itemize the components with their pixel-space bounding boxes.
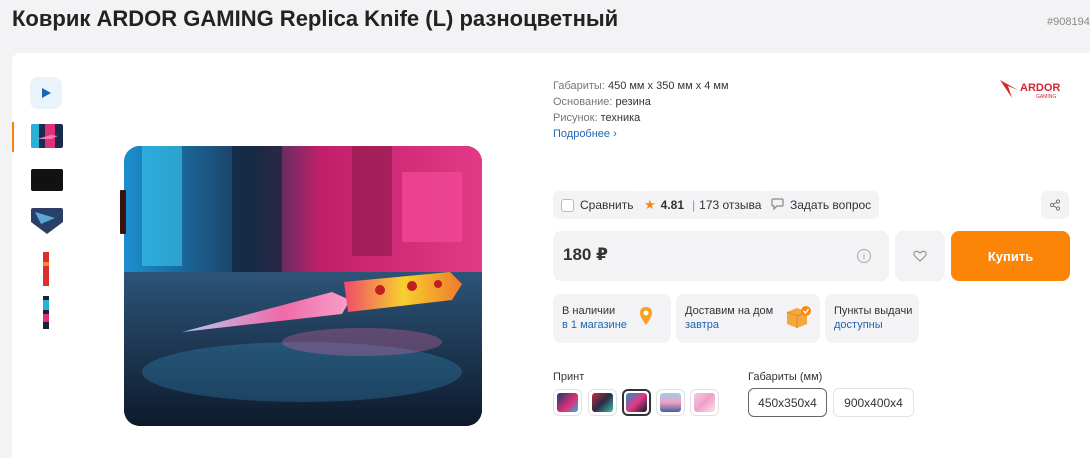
brand-logo[interactable]: ARDOR GAMING bbox=[998, 76, 1070, 102]
svg-text:GAMING: GAMING bbox=[1036, 94, 1056, 100]
print-label: Принт bbox=[553, 371, 585, 383]
video-button[interactable] bbox=[30, 77, 62, 109]
product-sku: #9081946 bbox=[1047, 16, 1090, 28]
compare-checkbox[interactable] bbox=[561, 198, 574, 212]
price-box: 180 ₽ i bbox=[553, 231, 889, 281]
specs-list: Габариты: 450 мм x 350 мм x 4 мм Основан… bbox=[553, 78, 729, 142]
buy-button[interactable]: Купить bbox=[951, 231, 1070, 281]
print-swatch-4[interactable] bbox=[656, 389, 685, 416]
size-option-1[interactable]: 450x350x4 bbox=[748, 388, 827, 417]
play-icon bbox=[42, 88, 51, 98]
print-swatch-3[interactable] bbox=[622, 389, 651, 416]
box-icon bbox=[786, 306, 811, 328]
share-icon bbox=[1049, 199, 1061, 211]
page-title: Коврик ARDOR GAMING Replica Knife (L) ра… bbox=[12, 6, 619, 31]
rating-value: 4.81 bbox=[660, 198, 685, 212]
star-icon: ★ bbox=[644, 197, 656, 212]
compare-button[interactable]: Сравнить bbox=[553, 191, 642, 219]
spec-row: Габариты: 450 мм x 350 мм x 4 мм bbox=[553, 80, 729, 92]
heart-icon bbox=[913, 250, 927, 262]
share-button[interactable] bbox=[1041, 191, 1069, 219]
thumbnail-2[interactable] bbox=[31, 168, 63, 192]
spec-row: Рисунок: техника bbox=[553, 112, 641, 124]
thumbnail-1[interactable] bbox=[31, 124, 63, 148]
rating-button[interactable]: ★ 4.81 | 173 отзыва bbox=[636, 191, 770, 219]
ask-question-button[interactable]: Задать вопрос bbox=[763, 191, 880, 219]
product-image[interactable] bbox=[112, 142, 484, 427]
svg-text:ARDOR: ARDOR bbox=[1020, 82, 1060, 94]
spec-row: Основание: резина bbox=[553, 96, 651, 108]
pin-icon bbox=[640, 307, 652, 325]
thumb-active-indicator bbox=[12, 122, 14, 152]
print-swatch-5[interactable] bbox=[690, 389, 719, 416]
thumbnail-4[interactable] bbox=[40, 252, 52, 286]
reviews-count: 173 отзыва bbox=[699, 198, 762, 212]
thumbnail-5[interactable] bbox=[40, 296, 52, 329]
chevron-right-icon: › bbox=[613, 128, 617, 140]
favorite-button[interactable] bbox=[895, 231, 945, 281]
thumbnail-3[interactable] bbox=[31, 208, 63, 234]
delivery-stock[interactable]: В наличии в 1 магазине bbox=[553, 294, 671, 343]
delivery-home[interactable]: Доставим на дом завтра bbox=[676, 294, 820, 343]
print-swatch-2[interactable] bbox=[588, 389, 617, 416]
info-icon[interactable]: i bbox=[857, 249, 871, 263]
price-value: 180 ₽ bbox=[563, 245, 608, 264]
chat-icon bbox=[771, 197, 784, 213]
print-swatch-1[interactable] bbox=[553, 389, 582, 416]
specs-more-link[interactable]: Подробнее › bbox=[553, 126, 729, 142]
size-label: Габариты (мм) bbox=[748, 371, 823, 383]
size-option-2[interactable]: 900x400x4 bbox=[833, 388, 914, 417]
delivery-pickup[interactable]: Пункты выдачи доступны bbox=[825, 294, 919, 343]
